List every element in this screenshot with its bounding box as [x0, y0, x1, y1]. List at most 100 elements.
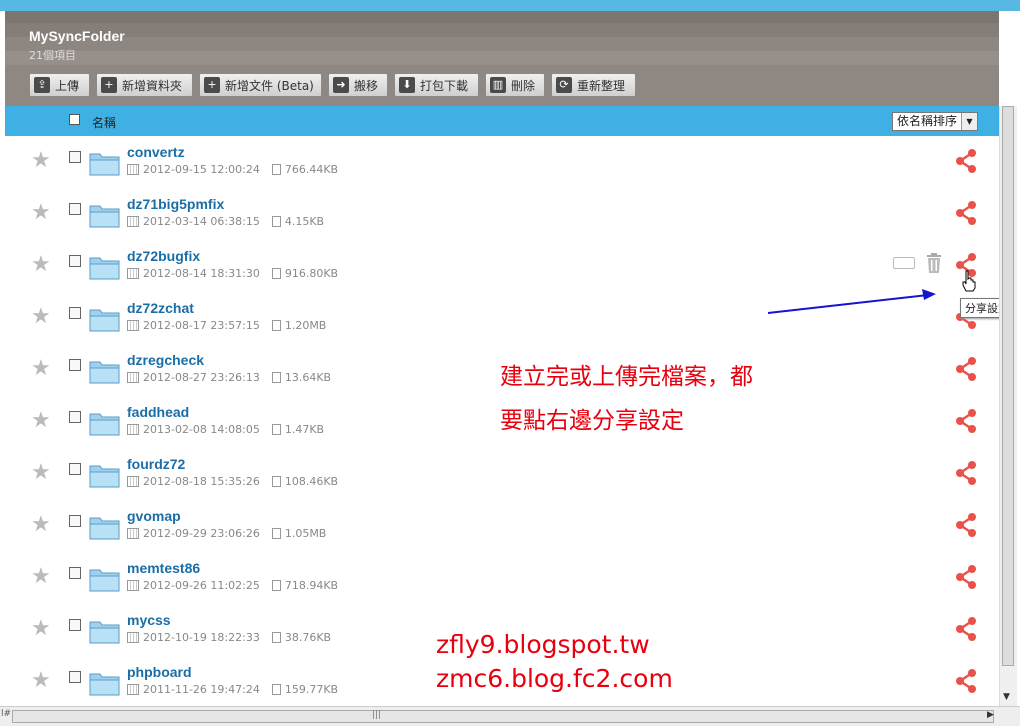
star-icon[interactable]: ★: [31, 306, 53, 328]
row-checkbox[interactable]: [69, 255, 81, 267]
vertical-scrollbar[interactable]: ▼: [999, 106, 1017, 706]
new-doc-button[interactable]: + 新增文件 (Beta): [199, 73, 322, 97]
delete-label: 刪除: [511, 78, 536, 93]
star-icon[interactable]: ★: [31, 358, 53, 380]
download-zip-label: 打包下載: [420, 78, 469, 93]
folder-icon: [89, 413, 120, 436]
horizontal-scrollbar[interactable]: l# ||| ▶: [0, 706, 1020, 726]
star-icon[interactable]: ★: [31, 410, 53, 432]
folder-icon: [89, 153, 120, 176]
row-checkbox[interactable]: [69, 359, 81, 371]
share-icon[interactable]: [954, 356, 978, 382]
file-row[interactable]: ★ fourdz72 2012-08-18 15:35:26 108.46KB: [5, 448, 999, 501]
file-meta: 2012-08-17 23:57:15 1.20MB: [127, 319, 326, 332]
row-checkbox[interactable]: [69, 203, 81, 215]
file-name-link[interactable]: dz72zchat: [127, 300, 194, 316]
share-icon[interactable]: [954, 148, 978, 174]
file-row[interactable]: ★ gvomap 2012-09-29 23:06:26 1.05MB: [5, 500, 999, 553]
rename-icon[interactable]: [893, 257, 915, 269]
row-checkbox[interactable]: [69, 671, 81, 683]
share-icon[interactable]: [954, 616, 978, 642]
download-zip-button[interactable]: ⬇ 打包下載: [394, 73, 479, 97]
new-folder-button[interactable]: + 新增資料夾: [96, 73, 193, 97]
row-checkbox[interactable]: [69, 411, 81, 423]
document-icon: [271, 684, 281, 695]
file-meta: 2012-08-18 15:35:26 108.46KB: [127, 475, 338, 488]
file-meta: 2012-08-14 18:31:30 916.80KB: [127, 267, 338, 280]
folder-icon: [89, 673, 120, 696]
file-date: 2012-08-14 18:31:30: [143, 267, 260, 280]
star-icon[interactable]: ★: [31, 462, 53, 484]
watermark-line-2: zmc6.blog.fc2.com: [436, 664, 673, 693]
share-icon[interactable]: [954, 668, 978, 694]
folder-icon: [89, 569, 120, 592]
file-date: 2012-09-29 23:06:26: [143, 527, 260, 540]
file-row[interactable]: ★ dz71big5pmfix 2012-03-14 06:38:15 4.15KB: [5, 188, 999, 241]
star-icon[interactable]: ★: [31, 618, 53, 640]
delete-button[interactable]: ▥ 刪除: [485, 73, 545, 97]
hand-cursor-icon: [962, 270, 976, 292]
share-icon[interactable]: [954, 200, 978, 226]
file-name-link[interactable]: memtest86: [127, 560, 200, 576]
file-row[interactable]: ★ memtest86 2012-09-26 11:02:25 718.94KB: [5, 552, 999, 605]
star-icon[interactable]: ★: [31, 150, 53, 172]
top-strip: [0, 0, 1020, 11]
row-checkbox[interactable]: [69, 151, 81, 163]
folder-icon: [89, 621, 120, 644]
app-window: MySyncFolder 21個項目 ⇪ 上傳 + 新增資料夾 + 新增文件 (…: [0, 0, 1020, 726]
row-checkbox[interactable]: [69, 515, 81, 527]
file-name-link[interactable]: faddhead: [127, 404, 189, 420]
file-name-link[interactable]: dz71big5pmfix: [127, 196, 224, 212]
calendar-icon: [127, 216, 139, 227]
file-date: 2012-10-19 18:22:33: [143, 631, 260, 644]
file-meta: 2012-03-14 06:38:15 4.15KB: [127, 215, 324, 228]
file-name-link[interactable]: convertz: [127, 144, 185, 160]
file-row[interactable]: ★ convertz 2012-09-15 12:00:24 766.44KB: [5, 136, 999, 189]
share-icon[interactable]: [954, 512, 978, 538]
refresh-button[interactable]: ⟳ 重新整理: [551, 73, 636, 97]
file-meta: 2012-10-19 18:22:33 38.76KB: [127, 631, 331, 644]
trash-icon[interactable]: [925, 252, 943, 274]
file-name-link[interactable]: phpboard: [127, 664, 192, 680]
annotation-line-1: 建立完或上傳完檔案，都: [500, 364, 753, 390]
name-column-header[interactable]: 名稱: [92, 114, 116, 131]
share-icon[interactable]: [954, 408, 978, 434]
file-date: 2013-02-08 14:08:05: [143, 423, 260, 436]
file-name-link[interactable]: dz72bugfix: [127, 248, 200, 264]
star-icon[interactable]: ★: [31, 670, 53, 692]
share-icon[interactable]: [954, 460, 978, 486]
share-icon[interactable]: [954, 564, 978, 590]
horizontal-scroll-thumb[interactable]: [12, 710, 994, 723]
item-count: 21個項目: [29, 49, 76, 62]
calendar-icon: [127, 320, 139, 331]
file-name-link[interactable]: fourdz72: [127, 456, 185, 472]
vertical-scroll-thumb[interactable]: [1002, 106, 1014, 666]
row-checkbox[interactable]: [69, 619, 81, 631]
star-icon[interactable]: ★: [31, 254, 53, 276]
star-icon[interactable]: ★: [31, 202, 53, 224]
calendar-icon: [127, 528, 139, 539]
row-checkbox[interactable]: [69, 463, 81, 475]
download-icon: ⬇: [399, 77, 415, 93]
calendar-icon: [127, 424, 139, 435]
scroll-right-icon[interactable]: ▶: [987, 710, 994, 720]
file-name-link[interactable]: mycss: [127, 612, 171, 628]
move-button[interactable]: ➜ 搬移: [328, 73, 388, 97]
file-name-link[interactable]: dzregcheck: [127, 352, 204, 368]
star-icon[interactable]: ★: [31, 514, 53, 536]
file-meta: 2012-09-15 12:00:24 766.44KB: [127, 163, 338, 176]
document-icon: [271, 268, 281, 279]
scroll-down-icon[interactable]: ▼: [1003, 692, 1010, 702]
file-meta: 2011-11-26 19:47:24 159.77KB: [127, 683, 338, 696]
file-date: 2011-11-26 19:47:24: [143, 683, 260, 696]
upload-button[interactable]: ⇪ 上傳: [29, 73, 90, 97]
sort-dropdown[interactable]: 依名稱排序 ▼: [892, 112, 978, 131]
file-name-link[interactable]: gvomap: [127, 508, 181, 524]
document-icon: [271, 216, 281, 227]
select-all-checkbox[interactable]: [69, 114, 80, 125]
row-checkbox[interactable]: [69, 307, 81, 319]
new-doc-label: 新增文件 (Beta): [225, 78, 314, 93]
star-icon[interactable]: ★: [31, 566, 53, 588]
row-checkbox[interactable]: [69, 567, 81, 579]
folder-icon: [89, 465, 120, 488]
